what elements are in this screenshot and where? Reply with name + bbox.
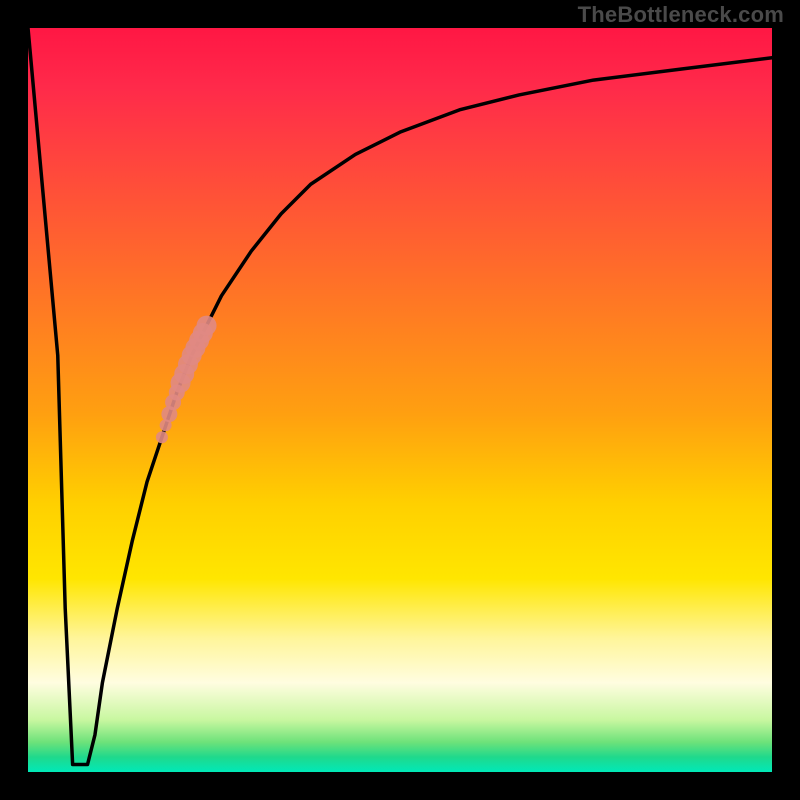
marker-dot	[197, 316, 217, 336]
marker-dot	[156, 431, 168, 443]
attribution-watermark: TheBottleneck.com	[578, 2, 784, 28]
chart-svg	[28, 28, 772, 772]
chart-frame: TheBottleneck.com	[0, 0, 800, 800]
highlighted-points	[156, 316, 217, 444]
bottleneck-curve	[28, 28, 772, 765]
